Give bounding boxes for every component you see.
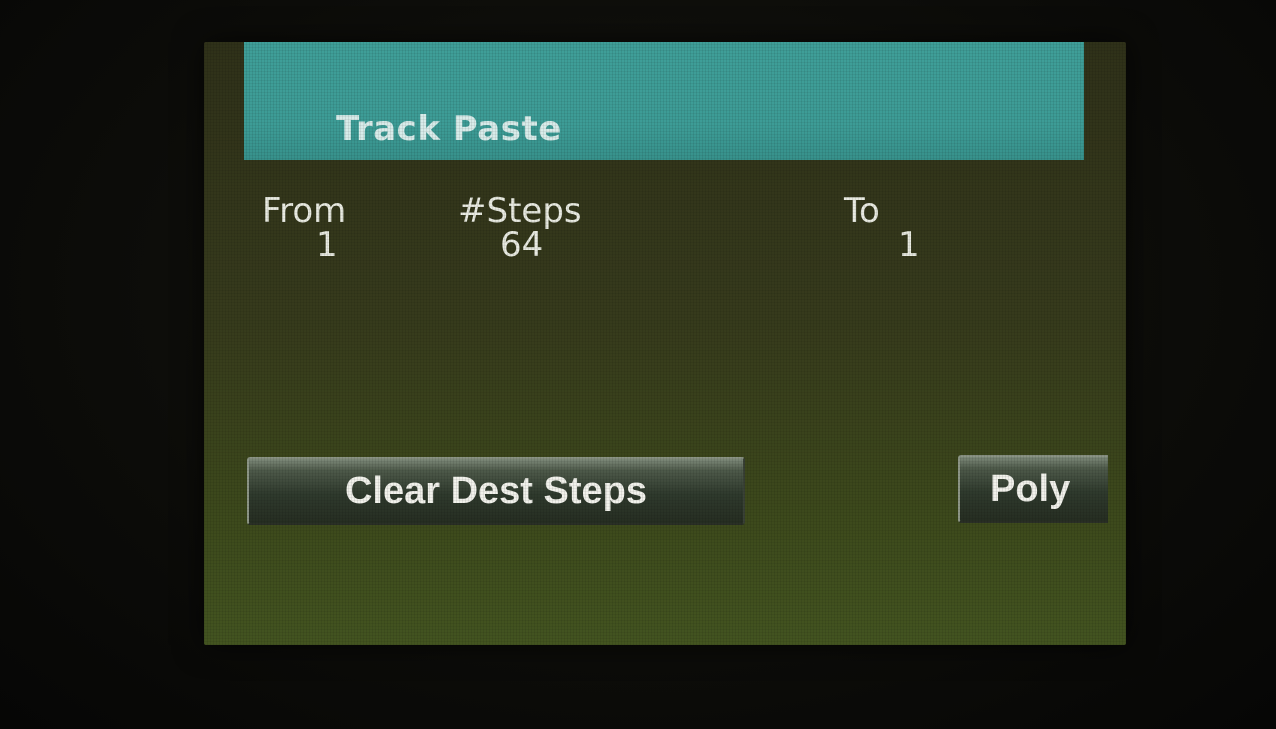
device-bezel: Track Paste From 1 #Steps 64 To 1 Clear …	[0, 0, 1276, 729]
lcd-screen: Track Paste From 1 #Steps 64 To 1 Clear …	[204, 42, 1126, 645]
title-bar: Track Paste	[244, 42, 1084, 160]
from-label: From	[262, 191, 347, 231]
poly-button[interactable]: Poly	[958, 455, 1108, 523]
clear-dest-steps-button[interactable]: Clear Dest Steps	[247, 457, 745, 525]
clear-dest-steps-label: Clear Dest Steps	[344, 469, 647, 512]
from-value[interactable]: 1	[316, 228, 338, 262]
steps-value[interactable]: 64	[500, 228, 543, 262]
page-title: Track Paste	[336, 109, 562, 149]
steps-label: #Steps	[458, 191, 582, 231]
to-value[interactable]: 1	[898, 228, 920, 262]
poly-label: Poly	[990, 467, 1071, 510]
to-label: To	[844, 191, 880, 231]
